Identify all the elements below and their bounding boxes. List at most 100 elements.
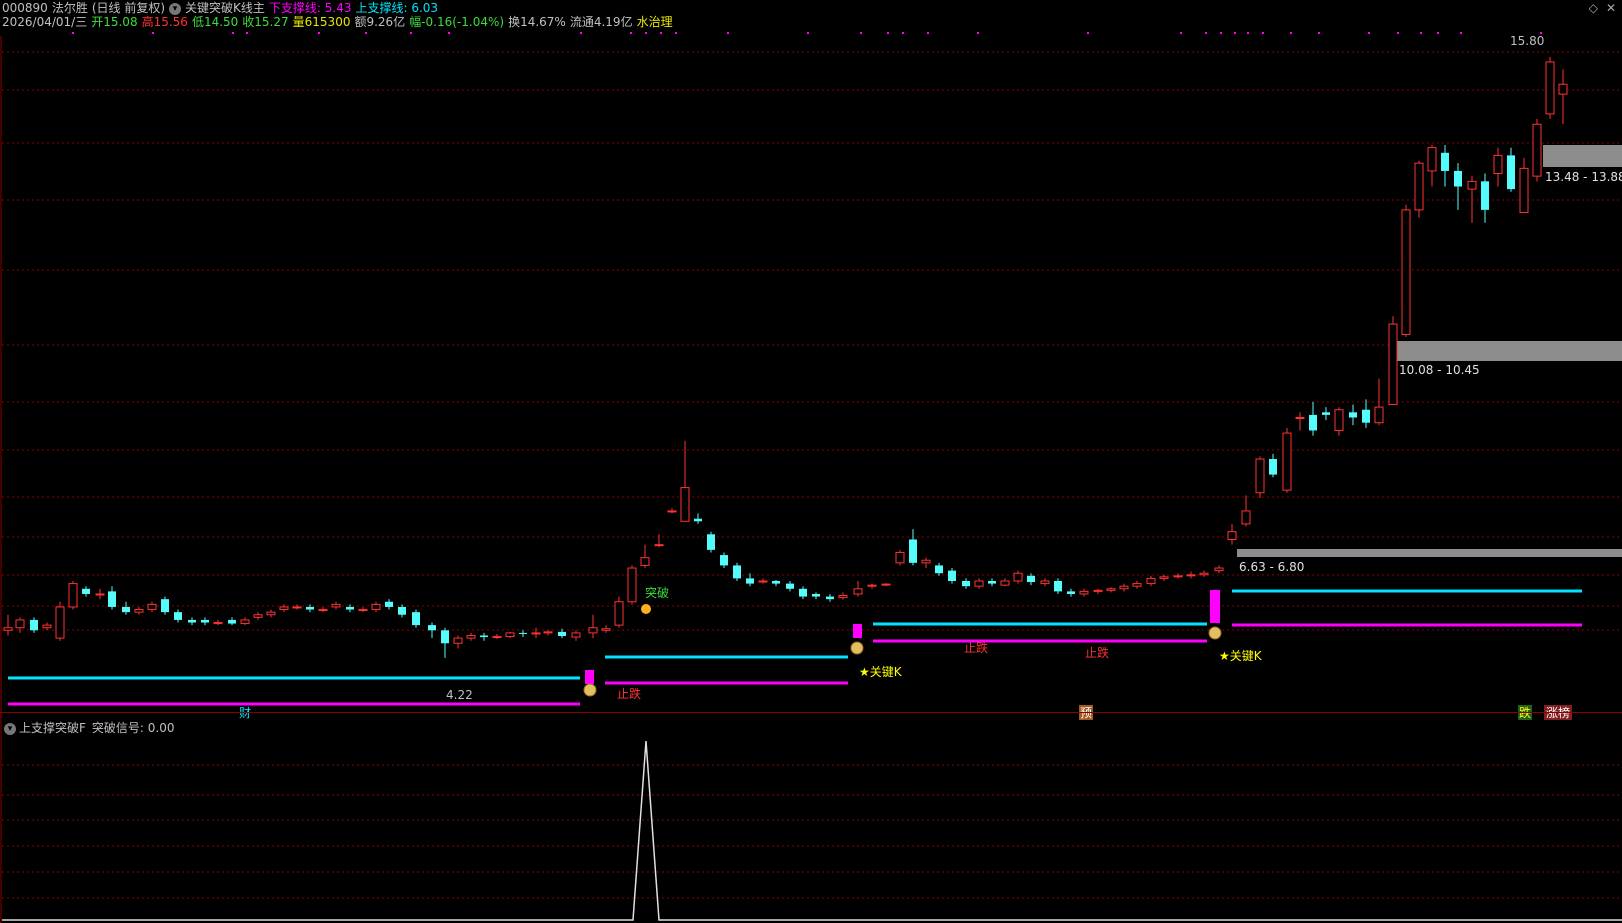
candle-body-up[interactable] <box>1519 167 1529 213</box>
indicator-panel-menu-icon[interactable]: ▾ <box>4 722 16 735</box>
candle-body-up[interactable] <box>531 632 541 635</box>
candle-body-up[interactable] <box>55 606 65 639</box>
candle-body-down[interactable] <box>188 619 196 623</box>
candle-body-up[interactable] <box>1255 458 1265 494</box>
candle-body-down[interactable] <box>746 578 754 584</box>
indicator-menu-icon[interactable]: ▾ <box>169 2 182 15</box>
candle-body-down[interactable] <box>1027 575 1035 583</box>
candle-body-down[interactable] <box>228 619 236 624</box>
candle-body-down[interactable] <box>1269 459 1277 475</box>
candle-body-up[interactable] <box>147 603 157 611</box>
candle-body-up[interactable] <box>588 627 598 634</box>
candle-body-down[interactable] <box>122 606 130 613</box>
indicator-name[interactable]: 关键突破K线主 <box>185 1 265 15</box>
candle-body-up[interactable] <box>68 583 78 608</box>
candle-body-up[interactable] <box>466 635 476 639</box>
candle-body-down[interactable] <box>1441 152 1449 171</box>
key-candle-2[interactable] <box>853 624 862 638</box>
candle-body-up[interactable] <box>680 487 690 522</box>
candle-body-up[interactable] <box>492 636 502 639</box>
candle-body-down[interactable] <box>962 581 970 587</box>
candle-body-down[interactable] <box>385 601 393 607</box>
candle-body-up[interactable] <box>358 609 368 612</box>
candle-body-down[interactable] <box>412 612 420 626</box>
candle-body-down[interactable] <box>812 593 820 597</box>
panel-divider[interactable] <box>0 712 1622 713</box>
candle-body-down[interactable] <box>480 635 488 638</box>
indicator-panel-title[interactable]: 上支撑突破F <box>19 721 86 735</box>
candle-body-down[interactable] <box>772 581 780 584</box>
concept-tag[interactable]: 水治理 <box>637 15 673 29</box>
candle-body-up[interactable] <box>95 593 105 596</box>
candle-body-up[interactable] <box>895 551 905 564</box>
key-candle-3[interactable] <box>1210 590 1220 623</box>
candle-body-up[interactable] <box>1532 123 1542 177</box>
candle-body-up[interactable] <box>758 580 768 583</box>
candle-body-down[interactable] <box>707 534 715 550</box>
candle-body-down[interactable] <box>174 612 182 620</box>
candle-body-up[interactable] <box>1159 576 1169 579</box>
candle-body-down[interactable] <box>720 555 728 566</box>
candle-body-up[interactable] <box>279 606 289 611</box>
candle-body-up[interactable] <box>1173 575 1183 578</box>
candle-body-down[interactable] <box>1067 591 1075 594</box>
candle-body-down[interactable] <box>786 583 794 589</box>
candle-body-down[interactable] <box>306 606 314 610</box>
candle-body-up[interactable] <box>42 624 52 629</box>
candle-body-down[interactable] <box>826 596 834 600</box>
candle-body-up[interactable] <box>1106 588 1116 591</box>
candle-body-up[interactable] <box>667 510 677 513</box>
candle-body-up[interactable] <box>292 606 302 609</box>
candle-body-down[interactable] <box>346 606 354 610</box>
key-candle-1[interactable] <box>585 670 594 684</box>
candle-body-down[interactable] <box>1054 581 1062 592</box>
candle-body-up[interactable] <box>134 609 144 613</box>
candle-body-down[interactable] <box>201 619 209 623</box>
candle-body-up[interactable] <box>654 544 664 547</box>
candle-body-up[interactable] <box>640 557 650 566</box>
candle-body-down[interactable] <box>988 581 996 584</box>
candle-body-up[interactable] <box>1093 589 1103 592</box>
candle-body-up[interactable] <box>1467 180 1477 190</box>
candle-body-down[interactable] <box>398 606 406 615</box>
candle-body-up[interactable] <box>331 603 341 608</box>
candle-body-down[interactable] <box>909 539 917 563</box>
candle-body-down[interactable] <box>519 632 527 634</box>
candle-body-down[interactable] <box>108 591 116 607</box>
candle-body-up[interactable] <box>1013 572 1023 582</box>
candle-body-up[interactable] <box>266 611 276 616</box>
candle-body-up[interactable] <box>318 609 328 612</box>
candle-body-up[interactable] <box>505 632 515 638</box>
candle-body-up[interactable] <box>1427 147 1437 172</box>
candle-body-up[interactable] <box>213 622 223 625</box>
candle-body-up[interactable] <box>1414 162 1424 211</box>
candle-body-up[interactable] <box>1214 567 1224 572</box>
candle-body-up[interactable] <box>1227 531 1237 540</box>
candle-body-up[interactable] <box>1146 577 1156 585</box>
candle-body-up[interactable] <box>838 595 848 599</box>
candle-body-down[interactable] <box>428 625 436 631</box>
candle-body-up[interactable] <box>614 601 624 626</box>
candle-body-up[interactable] <box>1545 61 1555 115</box>
candle-body-up[interactable] <box>1079 590 1089 595</box>
candle-body-up[interactable] <box>371 603 381 611</box>
candle-body-down[interactable] <box>1454 170 1462 187</box>
candle-body-down[interactable] <box>1362 409 1370 423</box>
candle-body-down[interactable] <box>1481 181 1489 210</box>
candle-body-up[interactable] <box>571 632 581 638</box>
candle-body-up[interactable] <box>921 559 931 564</box>
candle-body-down[interactable] <box>1322 412 1330 415</box>
candle-body-up[interactable] <box>1199 572 1209 576</box>
candle-body-up[interactable] <box>1401 209 1411 335</box>
candle-body-down[interactable] <box>948 570 956 581</box>
period-label[interactable]: (日线 前复权) <box>92 1 165 15</box>
candle-body-up[interactable] <box>240 619 250 625</box>
candle-body-up[interactable] <box>1000 580 1010 586</box>
candle-body-up[interactable] <box>1493 154 1503 175</box>
candle-body-down[interactable] <box>558 631 566 637</box>
candle-body-up[interactable] <box>543 631 553 634</box>
candle-body-up[interactable] <box>453 637 463 644</box>
diamond-icon[interactable]: ◇ <box>1589 1 1598 15</box>
candle-body-up[interactable] <box>881 583 891 586</box>
candle-body-down[interactable] <box>935 565 943 574</box>
